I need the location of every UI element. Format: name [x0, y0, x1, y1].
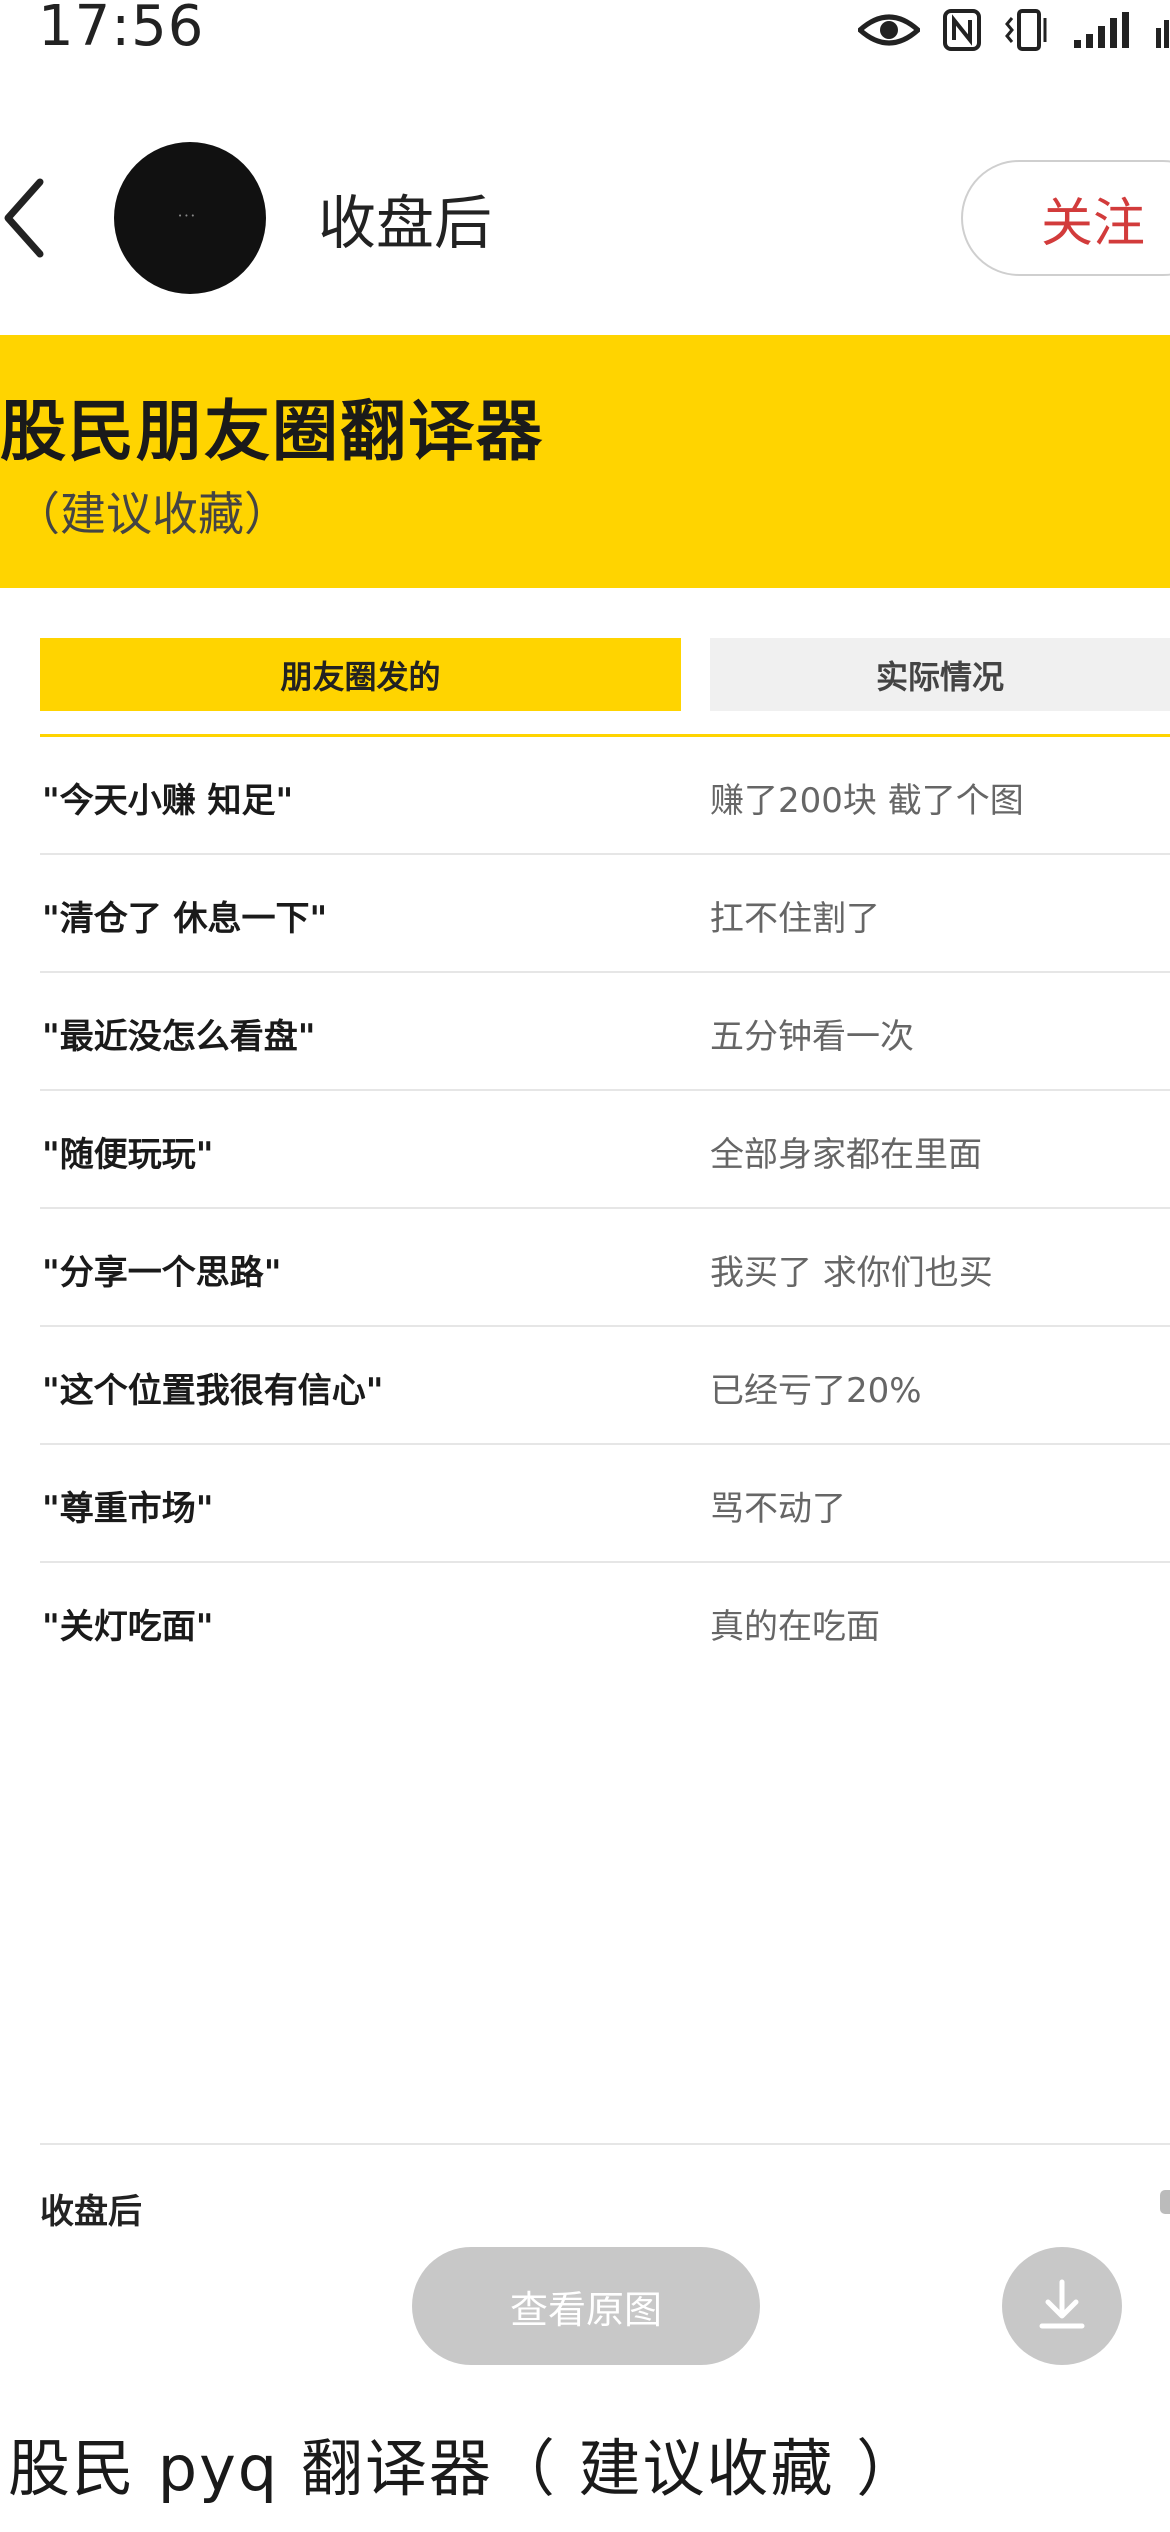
network-icon	[1154, 10, 1170, 50]
actual-cell: 扛不住割了	[710, 899, 880, 939]
download-button[interactable]	[1002, 2247, 1122, 2365]
said-cell: "这个位置我很有信心"	[42, 1371, 384, 1411]
status-time: 17:56	[38, 0, 205, 59]
said-cell: "今天小赚 知足"	[42, 781, 294, 821]
view-original-button[interactable]: 查看原图	[412, 2247, 760, 2365]
actual-cell: 全部身家都在里面	[710, 1135, 982, 1175]
account-name[interactable]: 收盘后	[318, 176, 492, 260]
column-header-actual: 实际情况	[710, 638, 1170, 711]
follow-button[interactable]: 关注	[961, 160, 1170, 276]
post-caption: 股民 pyq 翻译器（ 建议收藏 ）	[8, 2432, 921, 2505]
nfc-icon	[942, 8, 982, 52]
said-cell: "清仓了 休息一下"	[42, 899, 328, 939]
banner-subtitle: （建议收藏）	[14, 487, 290, 541]
table-row: "关灯吃面" 真的在吃面	[40, 1563, 1170, 1681]
avatar-logo: • • •	[178, 212, 195, 220]
avatar[interactable]: • • •	[114, 142, 266, 294]
status-icons	[858, 0, 1170, 60]
actual-cell: 已经亏了20%	[710, 1371, 922, 1411]
actual-cell: 我买了 求你们也买	[710, 1253, 993, 1293]
said-cell: "关灯吃面"	[42, 1607, 214, 1647]
said-cell: "随便玩玩"	[42, 1135, 214, 1175]
said-cell: "最近没怎么看盘"	[42, 1017, 316, 1057]
footer-author: 收盘后	[40, 2192, 142, 2232]
table-row: "清仓了 休息一下" 扛不住割了	[40, 855, 1170, 973]
eye-icon	[858, 10, 920, 50]
actual-cell: 骂不动了	[710, 1489, 846, 1529]
actual-cell: 赚了200块 截了个图	[710, 781, 1024, 821]
table-row: "分享一个思路" 我买了 求你们也买	[40, 1209, 1170, 1327]
table-row: "尊重市场" 骂不动了	[40, 1445, 1170, 1563]
download-icon	[1039, 2279, 1085, 2329]
table-row: "这个位置我很有信心" 已经亏了20%	[40, 1327, 1170, 1445]
signal-icon	[1072, 10, 1132, 50]
said-cell: "尊重市场"	[42, 1489, 214, 1529]
vibrate-icon	[1004, 8, 1050, 52]
chevron-left-icon	[4, 178, 44, 258]
back-button[interactable]	[0, 168, 60, 268]
banner-title: 股民朋友圈翻译器	[0, 393, 544, 470]
table-row: "今天小赚 知足" 赚了200块 截了个图	[40, 737, 1170, 855]
actual-cell: 真的在吃面	[710, 1607, 880, 1647]
watermark-mark	[1160, 2190, 1170, 2214]
table-row: "随便玩玩" 全部身家都在里面	[40, 1091, 1170, 1209]
column-header-said: 朋友圈发的	[40, 638, 681, 711]
table-row: "最近没怎么看盘" 五分钟看一次	[40, 973, 1170, 1091]
actual-cell: 五分钟看一次	[710, 1017, 914, 1057]
footer-divider	[40, 2143, 1170, 2145]
said-cell: "分享一个思路"	[42, 1253, 282, 1293]
